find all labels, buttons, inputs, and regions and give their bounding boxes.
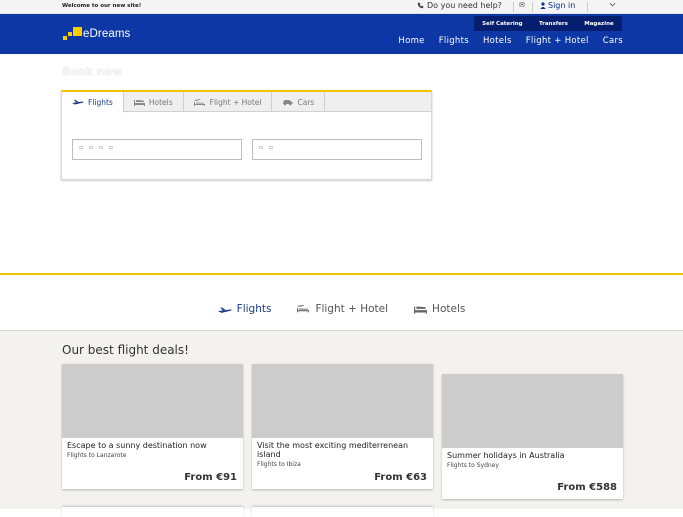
deal-title: Escape to a sunny destination now [67,441,207,450]
deal-card[interactable]: Visit the most exciting mediterrenean is… [252,364,433,489]
deal-card[interactable]: Escape to a sunny destination now Flight… [62,364,243,489]
product-tab-label: Flight + Hotel [315,303,389,315]
product-tab-label: Hotels [432,303,466,315]
tab-label: Hotels [148,97,173,107]
subnav-transfers[interactable]: Transfers [539,21,568,27]
sub-navigation: Self Catering Transfers Magazine [474,16,622,31]
tab-label: Cars [297,97,315,107]
divider [532,2,533,12]
deal-subtitle: Flights to Sydney [447,462,499,469]
tab-cars[interactable]: Cars [272,92,326,112]
plane-bed-icon [297,304,310,313]
bed-icon [133,99,145,106]
departure-input[interactable]: ▫ ▫ ▫ ▫ [72,139,242,160]
deal-image [62,364,243,438]
subnav-magazine[interactable]: Magazine [584,21,614,27]
divider [587,2,588,12]
deal-image [252,364,433,438]
car-icon [283,99,293,105]
deal-image [442,374,623,448]
nav-flights[interactable]: Flights [439,36,469,46]
logo-text: eDreams [83,28,131,40]
plane-bed-icon [193,99,205,106]
phone-icon [417,2,424,9]
chevron-down-icon[interactable] [609,1,616,10]
help-link[interactable]: Do you need help? [417,1,502,10]
nav-cars[interactable]: Cars [603,36,623,46]
deals-title: Our best flight deals! [62,343,189,357]
welcome-message: Welcome to our new site! [62,3,142,9]
deal-price: From €91 [184,472,237,483]
plane-icon [217,307,232,313]
signin-link[interactable]: Sign in [540,1,575,10]
main-navigation: Home Flights Hotels Flight + Hotel Cars [398,36,623,46]
divider [513,2,514,12]
deal-price: From €588 [557,482,617,493]
search-tabs: Flights Hotels Flight + Hotel Cars [62,92,431,113]
signin-label: Sign in [548,1,576,10]
deal-title: Visit the most exciting mediterrenean is… [257,441,409,459]
message-icon[interactable]: ✉ [519,1,525,9]
deals-section: Our best flight deals! Escape to a sunny… [0,330,683,517]
product-tab-flights[interactable]: Flights [217,302,272,330]
deal-price: From €63 [374,472,427,483]
tab-label: Flights [88,97,113,107]
nav-home[interactable]: Home [398,36,424,46]
section-divider [0,273,683,275]
nav-hotels[interactable]: Hotels [483,36,512,46]
product-tab-label: Flights [236,303,272,315]
tab-hotels[interactable]: Hotels [124,92,184,112]
deal-subtitle: Flights to Lanzarote [67,452,127,459]
destination-input[interactable]: ▫ ▫ [252,139,422,160]
deal-title: Summer holidays in Australia [447,451,565,460]
search-box: Flights Hotels Flight + Hotel Cars ▫ ▫ ▫… [61,90,432,180]
book-now-title: Book now [62,65,123,78]
product-tab-flight-hotel[interactable]: Flight + Hotel [297,302,388,330]
subnav-self-catering[interactable]: Self Catering [482,21,522,27]
site-header: eDreams Self Catering Transfers Magazine… [0,14,683,54]
plane-icon [72,99,84,104]
tab-flight-hotel[interactable]: Flight + Hotel [184,92,273,112]
nav-flight-hotel[interactable]: Flight + Hotel [526,36,589,46]
bed-icon [414,306,428,314]
product-tabs: Flights Flight + Hotel Hotels [0,302,683,330]
help-label: Do you need help? [427,1,502,10]
tab-label: Flight + Hotel [209,97,262,107]
deal-subtitle: Flights to Ibiza [257,461,301,468]
product-tab-hotels[interactable]: Hotels [414,302,465,330]
logo-mark-icon [62,26,82,42]
logo[interactable]: eDreams [62,26,130,42]
deal-card[interactable]: Summer holidays in Australia Flights to … [442,374,623,499]
tab-flights[interactable]: Flights [62,92,124,113]
top-utility-bar: Welcome to our new site! Do you need hel… [0,0,683,14]
user-icon [540,2,546,9]
